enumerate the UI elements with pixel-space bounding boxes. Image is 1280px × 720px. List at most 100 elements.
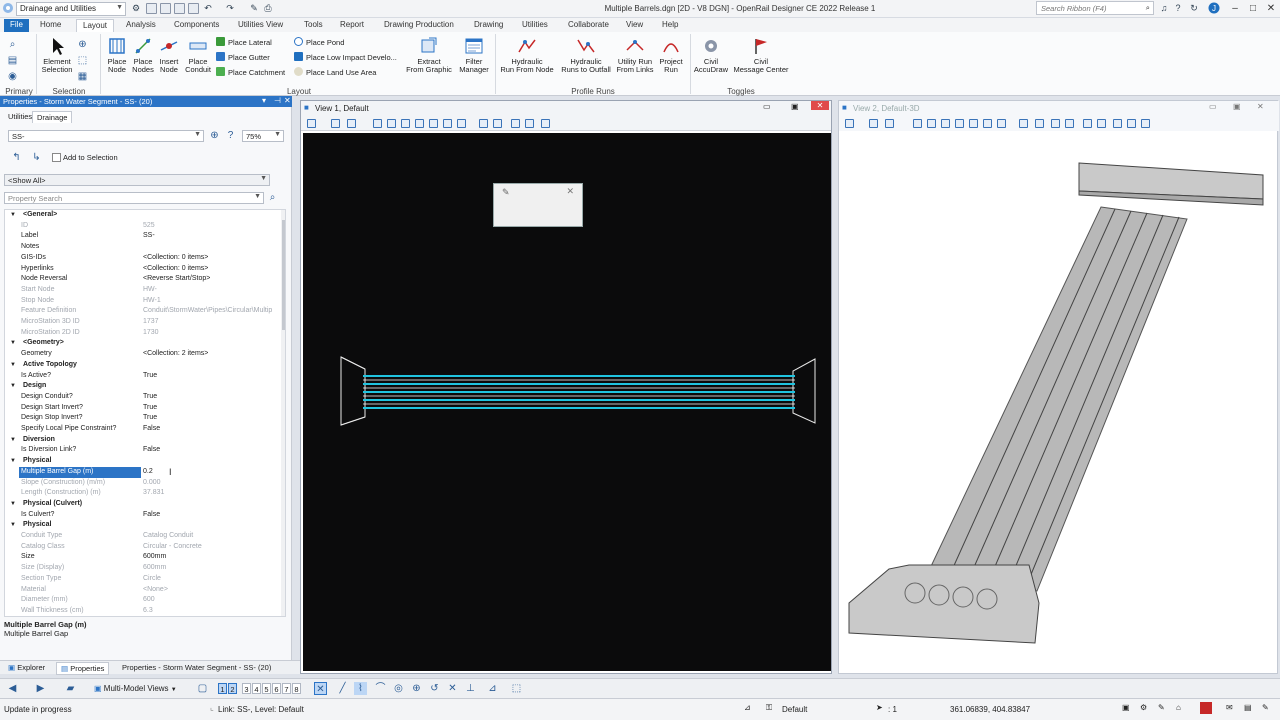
place-low-impact-button[interactable]: Place Low Impact Develo... <box>294 52 397 62</box>
expand-toggle-icon[interactable]: ▼ <box>10 456 16 467</box>
panel-menu-icon[interactable]: ▾ <box>262 96 266 105</box>
view-attributes-icon[interactable] <box>845 119 854 128</box>
pin-panel-icon[interactable]: ⊣ <box>274 96 281 105</box>
property-row[interactable]: Catalog Class Circular - Concrete <box>5 542 281 553</box>
property-row[interactable]: Feature Definition Conduit\StormWater\Pip… <box>5 306 281 317</box>
extend-tool-icon[interactable]: ⊥ <box>464 682 477 695</box>
place-pond-button[interactable]: Place Pond <box>294 37 344 47</box>
edit-icon[interactable]: ✎ <box>1158 703 1165 712</box>
property-row[interactable]: Size 600mm <box>5 552 281 563</box>
dimension-tool-icon[interactable]: ⊿ <box>486 682 499 695</box>
update-view-icon[interactable] <box>913 119 922 128</box>
menu-view[interactable]: View <box>620 19 649 32</box>
camera-icon[interactable] <box>1113 119 1122 128</box>
views-folder-icon[interactable]: ▰ <box>64 682 77 695</box>
help-circle-icon[interactable]: ? <box>224 129 237 142</box>
civil-message-center-button[interactable]: Civil Message Center <box>732 36 790 74</box>
accudraw-toggle-icon[interactable]: ✕ <box>314 682 327 695</box>
expand-toggle-icon[interactable]: ▼ <box>10 360 16 371</box>
property-row[interactable]: Design Conduit? True <box>5 392 281 403</box>
view-toggle-7[interactable]: 7 <box>282 683 291 694</box>
pan-view-icon[interactable] <box>997 119 1006 128</box>
property-category[interactable]: ▼ Physical <box>5 456 281 467</box>
light-icon[interactable] <box>1141 119 1150 128</box>
pin-icon[interactable]: ✎ <box>248 2 260 14</box>
design-history-icon[interactable]: ⚙ <box>1140 703 1147 712</box>
view-maximize-icon[interactable]: ▣ <box>1233 102 1241 111</box>
property-row[interactable]: Material <None> <box>5 585 281 596</box>
lock-icon[interactable]: ⚿ <box>766 703 772 713</box>
smartline-tool-icon[interactable]: ⌇ <box>354 682 367 695</box>
message-icon[interactable]: ✉ <box>1226 703 1233 712</box>
multi-model-views-button[interactable]: ▣ Multi-Model Views ▼ <box>94 682 177 696</box>
place-conduit-button[interactable]: Place Conduit <box>184 36 212 74</box>
property-category[interactable]: ▼ Physical <box>5 520 281 531</box>
menu-components[interactable]: Components <box>168 19 225 32</box>
property-row[interactable]: Hyperlinks <Collection: 0 items> <box>5 264 281 275</box>
notifications-icon[interactable]: ♫ <box>1158 2 1170 14</box>
hydraulic-run-from-node-button[interactable]: Hydraulic Run From Node <box>498 36 556 74</box>
civil-accudraw-button[interactable]: Civil AccuDraw <box>692 36 730 74</box>
redo-icon[interactable]: ↷ <box>224 2 236 14</box>
view-groups-icon[interactable]: ▢ <box>196 682 209 695</box>
snap-tool-icon[interactable]: ⊕ <box>410 682 423 695</box>
expand-toggle-icon[interactable]: ▼ <box>10 435 16 446</box>
menu-tools[interactable]: Tools <box>298 19 329 32</box>
property-category[interactable]: ▼ Diversion <box>5 435 281 446</box>
select-level-icon[interactable]: ▦ <box>76 70 89 83</box>
forward-icon[interactable]: ▶ <box>34 682 47 695</box>
property-row[interactable]: Label SS- <box>5 231 281 242</box>
property-category[interactable]: ▼ <Geometry> <box>5 338 281 349</box>
popup-close-icon[interactable]: ✕ <box>566 186 574 197</box>
property-row[interactable]: Design Start Invert? True <box>5 403 281 414</box>
clip-volume-icon[interactable] <box>1083 119 1092 128</box>
place-catchment-button[interactable]: Place Catchment <box>216 67 285 77</box>
tab-properties[interactable]: ▤ Properties <box>56 662 110 675</box>
element-selection-button[interactable]: Element Selection <box>40 36 74 74</box>
place-land-use-button[interactable]: Place Land Use Area <box>294 67 376 77</box>
project-run-button[interactable]: Project Run <box>656 36 686 74</box>
navigate-down-icon[interactable]: ↳ <box>30 151 43 164</box>
navigate-up-icon[interactable]: ↰ <box>10 151 23 164</box>
save-status-icon[interactable]: ▣ <box>1122 703 1130 712</box>
minimize-icon[interactable]: – <box>1226 0 1244 18</box>
tool-settings-popup[interactable]: ✎ ✕ <box>493 183 583 227</box>
zoom-out-view-icon[interactable] <box>401 119 410 128</box>
line-tool-icon[interactable]: ╱ <box>336 682 349 695</box>
property-row[interactable]: Geometry <Collection: 2 items> <box>5 349 281 360</box>
select-all-icon[interactable]: ⊕ <box>76 38 89 51</box>
previous-view-icon[interactable] <box>479 119 488 128</box>
menu-analysis[interactable]: Analysis <box>120 19 162 32</box>
back-icon[interactable]: ◀ <box>6 682 19 695</box>
property-value-editor[interactable]: 0.2 <box>143 467 153 478</box>
element-select[interactable]: SS- ▼ <box>8 130 204 142</box>
active-level[interactable]: Default <box>782 705 807 714</box>
fit-view-icon[interactable] <box>429 119 438 128</box>
expand-toggle-icon[interactable]: ▼ <box>10 520 16 531</box>
property-row[interactable]: ID 525 <box>5 221 281 232</box>
close-panel-icon[interactable]: ✕ <box>284 96 291 105</box>
insert-node-button[interactable]: Insert Node <box>156 36 182 74</box>
property-row[interactable]: Design Stop Invert? True <box>5 413 281 424</box>
view-settings-icon[interactable] <box>347 119 356 128</box>
alert-icon[interactable] <box>1200 702 1212 714</box>
property-row[interactable]: MicroStation 2D ID 1730 <box>5 328 281 339</box>
menu-utilities-view[interactable]: Utilities View <box>232 19 289 32</box>
property-row[interactable]: Node Reversal <Reverse Start/Stop> <box>5 274 281 285</box>
place-lateral-button[interactable]: Place Lateral <box>216 37 272 47</box>
user-avatar-icon[interactable]: J <box>1208 2 1220 14</box>
tab-drainage[interactable]: Drainage <box>32 111 73 123</box>
place-node-button[interactable]: Place Node <box>104 36 130 74</box>
clip-mask-icon[interactable] <box>525 119 534 128</box>
property-row[interactable]: Wall Thickness (cm) 6.3 <box>5 606 281 616</box>
property-row[interactable]: Slope (Construction) (m/m) 0.000 <box>5 478 281 489</box>
menu-help[interactable]: Help <box>656 19 684 32</box>
fit-view-icon[interactable] <box>969 119 978 128</box>
zoom-in-view-icon[interactable] <box>387 119 396 128</box>
layout-icon[interactable]: ▤ <box>1244 703 1252 712</box>
previous-view-icon[interactable] <box>1051 119 1060 128</box>
menu-home[interactable]: Home <box>34 19 67 32</box>
tab-properties-storm-water[interactable]: Properties - Storm Water Segment - SS- (… <box>118 662 275 673</box>
fence-tool-icon[interactable]: ⬚ <box>510 682 523 695</box>
update-view-icon[interactable] <box>373 119 382 128</box>
